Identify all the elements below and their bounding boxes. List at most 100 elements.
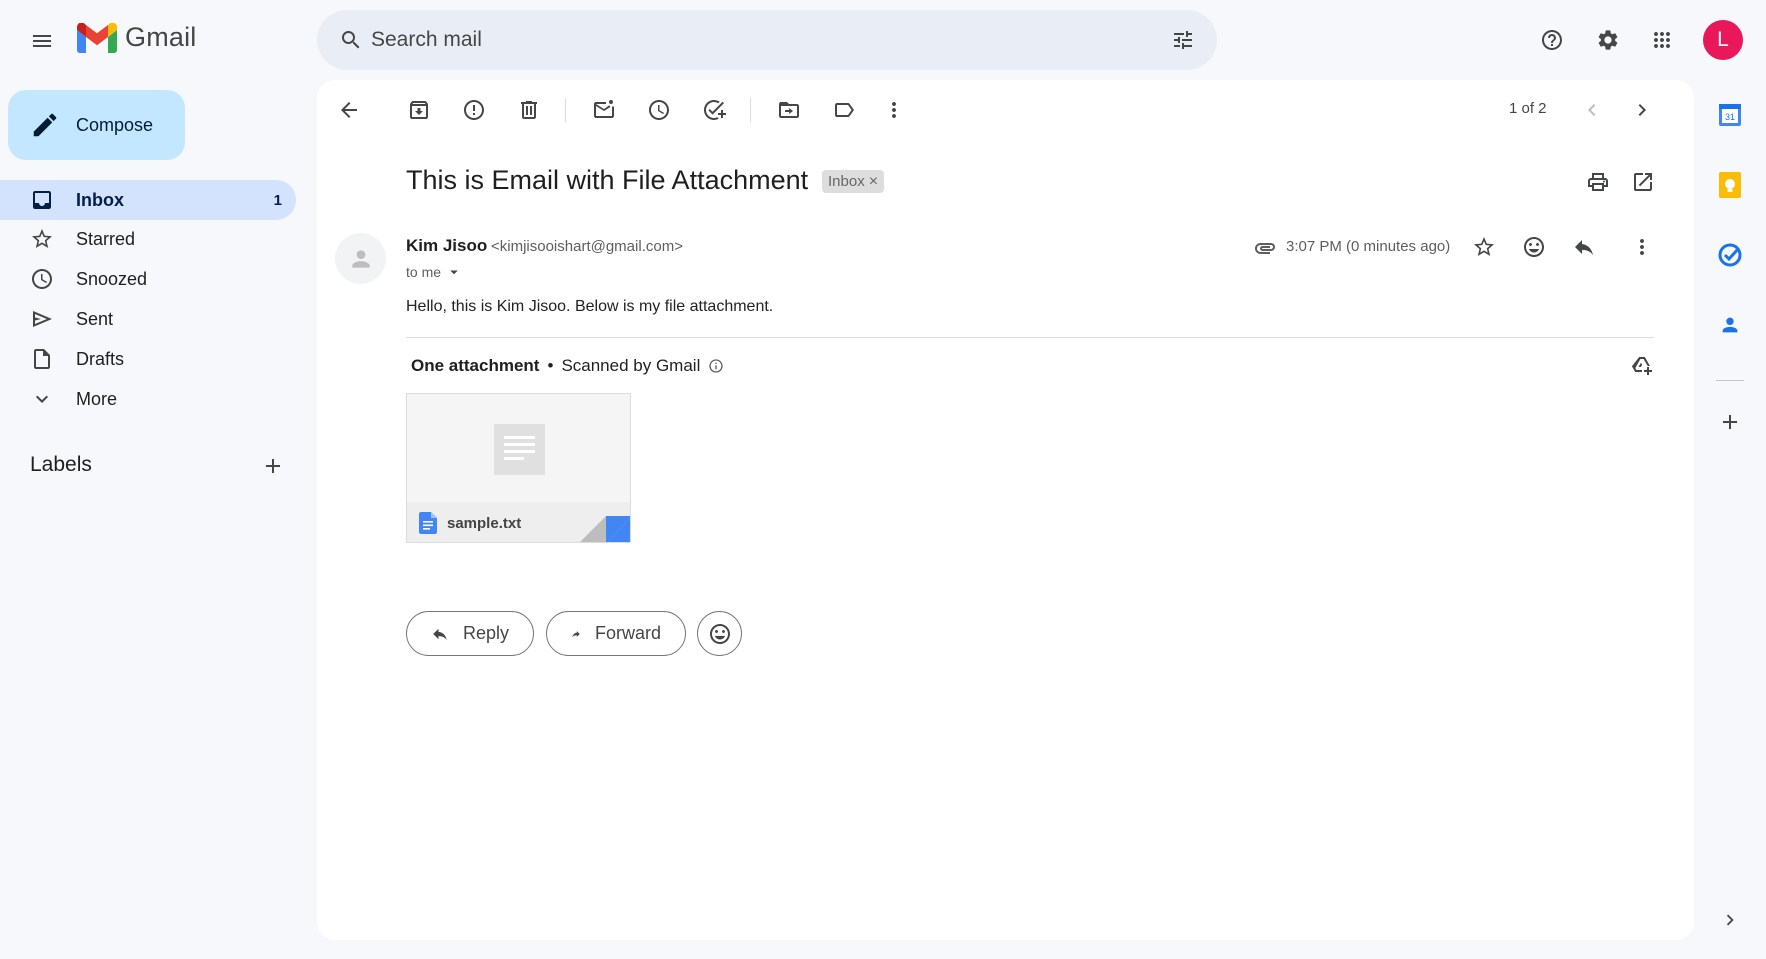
- gmail-logo[interactable]: Gmail: [77, 22, 197, 53]
- toolbar-divider: [750, 98, 751, 122]
- get-addons-button[interactable]: [1710, 402, 1750, 442]
- add-reaction-button[interactable]: [1514, 227, 1554, 267]
- sidebar-item-label: More: [76, 388, 118, 409]
- search-input[interactable]: [371, 10, 1131, 70]
- plus-icon: [266, 459, 280, 473]
- main-menu-button[interactable]: [21, 20, 63, 62]
- search-options-button[interactable]: [1163, 20, 1203, 60]
- forward-button[interactable]: Forward: [546, 611, 686, 656]
- compose-label: Compose: [76, 114, 154, 135]
- move-to-button[interactable]: [769, 90, 809, 130]
- archive-icon: [410, 101, 428, 119]
- sidebar-item-more[interactable]: More: [0, 379, 296, 419]
- attachments-header: One attachment • Scanned by Gmail: [411, 356, 724, 376]
- recipient-details[interactable]: to me: [406, 263, 463, 281]
- attachment-filename: sample.txt: [447, 514, 522, 532]
- add-to-tasks-button[interactable]: [694, 90, 734, 130]
- labels-button[interactable]: [824, 90, 864, 130]
- reply-icon: [1575, 240, 1593, 255]
- person-icon: [351, 249, 370, 268]
- delete-button[interactable]: [509, 90, 549, 130]
- label-chip-text: Inbox: [828, 173, 865, 190]
- message-time: 3:07 PM (0 minutes ago): [1286, 238, 1451, 255]
- calendar-icon: 31: [1719, 104, 1741, 126]
- hamburger-menu-icon: [33, 35, 51, 47]
- reply-icon-button[interactable]: [1564, 227, 1604, 267]
- sender-email: <kimjisooishart@gmail.com>: [491, 238, 683, 255]
- emoji-reaction-button[interactable]: [697, 611, 742, 656]
- star-button[interactable]: [1464, 227, 1504, 267]
- message-body: Hello, this is Kim Jisoo. Below is my fi…: [406, 298, 774, 315]
- svg-text:31: 31: [1725, 112, 1735, 122]
- sidebar-item-label: Sent: [76, 308, 114, 329]
- compose-button[interactable]: Compose: [8, 90, 185, 160]
- attachment-clip-icon: [1253, 236, 1277, 260]
- inbox-icon: [33, 191, 51, 209]
- reply-label: Reply: [462, 623, 509, 643]
- sidebar-item-label: Snoozed: [76, 268, 148, 289]
- report-spam-button[interactable]: [454, 90, 494, 130]
- reply-button[interactable]: Reply: [406, 611, 534, 656]
- pager-text: 1 of 2: [1509, 100, 1547, 117]
- tune-icon: [1174, 31, 1192, 49]
- sidebar-item-label: Drafts: [76, 348, 125, 369]
- star-icon: [32, 229, 52, 248]
- tasks-app-button[interactable]: [1710, 235, 1750, 275]
- labels-heading: Labels: [30, 453, 92, 476]
- sender-name[interactable]: Kim Jisoo: [406, 236, 487, 256]
- message-more-button[interactable]: [1622, 227, 1662, 267]
- help-icon: [1542, 30, 1562, 50]
- settings-button[interactable]: [1588, 20, 1628, 60]
- forward-label: Forward: [594, 623, 661, 643]
- gear-icon: [1598, 30, 1618, 50]
- attachment-card[interactable]: sample.txt: [406, 393, 631, 543]
- keep-app-button[interactable]: [1710, 165, 1750, 205]
- pencil-icon: [33, 113, 57, 137]
- sidebar-item-starred[interactable]: Starred: [0, 219, 296, 259]
- google-apps-button[interactable]: [1642, 20, 1682, 60]
- print-all-button[interactable]: [1578, 162, 1618, 202]
- archive-button[interactable]: [399, 90, 439, 130]
- plus-icon: [1723, 415, 1737, 429]
- search-button[interactable]: [331, 20, 371, 60]
- chevron-down-icon: [36, 395, 48, 403]
- forward-icon: [572, 630, 580, 637]
- trash-icon: [521, 101, 537, 119]
- newer-button[interactable]: [1572, 90, 1612, 130]
- back-button[interactable]: [329, 90, 369, 130]
- support-button[interactable]: [1532, 20, 1572, 60]
- reply-icon: [433, 628, 447, 640]
- remove-label-button[interactable]: ×: [869, 173, 878, 191]
- older-button[interactable]: [1622, 90, 1662, 130]
- report-icon: [464, 100, 484, 120]
- add-all-to-drive-button[interactable]: [1622, 345, 1662, 385]
- mark-unread-button[interactable]: [584, 90, 624, 130]
- open-in-new-icon: [1634, 173, 1652, 191]
- sidebar-item-snoozed[interactable]: Snoozed: [0, 259, 296, 299]
- chevron-right-icon: [1726, 914, 1734, 926]
- open-new-window-button[interactable]: [1623, 162, 1663, 202]
- snooze-button[interactable]: [639, 90, 679, 130]
- attachment-count: One attachment: [411, 356, 540, 375]
- sender-avatar[interactable]: [335, 233, 386, 284]
- keep-icon: [1719, 172, 1741, 198]
- account-avatar[interactable]: L: [1703, 20, 1743, 60]
- sidebar-item-label: Starred: [76, 228, 136, 249]
- sidebar-item-sent[interactable]: Sent: [0, 299, 296, 339]
- drive-add-icon: [1631, 357, 1652, 375]
- search-bar[interactable]: [317, 10, 1217, 70]
- more-options-button[interactable]: [874, 90, 914, 130]
- page-fold-icon: [580, 516, 630, 542]
- sidebar-item-inbox[interactable]: Inbox 1: [0, 180, 296, 220]
- chevron-right-icon: [1638, 104, 1646, 116]
- contacts-app-button[interactable]: [1710, 305, 1750, 345]
- search-icon: [342, 31, 360, 49]
- info-icon[interactable]: [708, 358, 724, 374]
- unread-count: 1: [273, 191, 282, 209]
- calendar-app-button[interactable]: 31: [1710, 95, 1750, 135]
- create-label-button[interactable]: [253, 446, 293, 486]
- sidebar-item-drafts[interactable]: Drafts: [0, 339, 296, 379]
- show-side-panel-button[interactable]: [1710, 900, 1750, 940]
- sidebar-item-label: Inbox: [76, 189, 124, 210]
- arrow-back-icon: [341, 102, 357, 118]
